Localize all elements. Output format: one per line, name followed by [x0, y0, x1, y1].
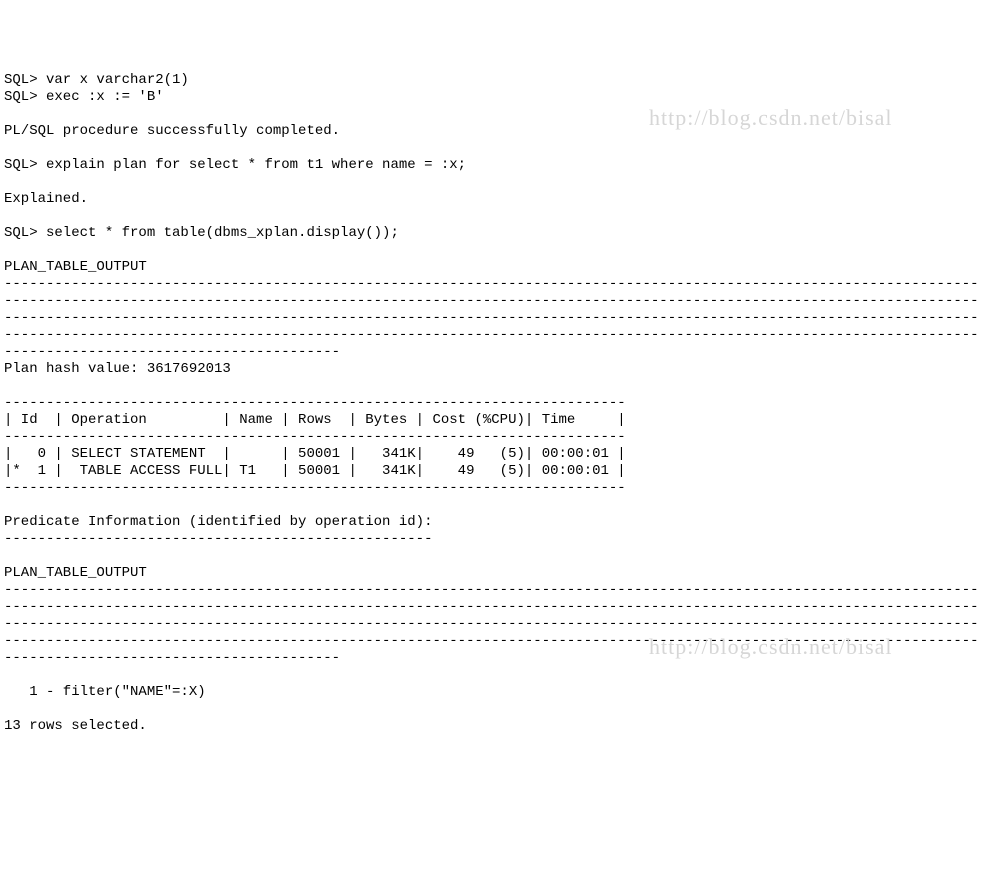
- sql-line: ----------------------------------------…: [4, 429, 626, 445]
- sql-line: SQL> select * from table(dbms_xplan.disp…: [4, 225, 399, 241]
- terminal-output: SQL> var x varchar2(1) SQL> exec :x := '…: [4, 72, 999, 735]
- sql-line: PLAN_TABLE_OUTPUT: [4, 565, 147, 581]
- sql-line: ----------------------------------------…: [4, 599, 979, 615]
- sql-line: 1 - filter("NAME"=:X): [4, 684, 206, 700]
- sql-line: ----------------------------------------…: [4, 582, 979, 598]
- sql-line: ----------------------------------------…: [4, 276, 979, 292]
- sql-line: ----------------------------------------…: [4, 480, 626, 496]
- sql-line: ----------------------------------------…: [4, 395, 626, 411]
- sql-line: Explained.: [4, 191, 88, 207]
- sql-line: Predicate Information (identified by ope…: [4, 514, 432, 530]
- sql-line: ----------------------------------------…: [4, 531, 432, 547]
- sql-line: PLAN_TABLE_OUTPUT: [4, 259, 147, 275]
- sql-line: Plan hash value: 3617692013: [4, 361, 231, 377]
- sql-line: ----------------------------------------: [4, 344, 340, 360]
- sql-line: ----------------------------------------…: [4, 293, 979, 309]
- sql-line: PL/SQL procedure successfully completed.: [4, 123, 340, 139]
- sql-line: SQL> var x varchar2(1): [4, 72, 189, 88]
- plan-row: | 0 | SELECT STATEMENT | | 50001 | 341K|…: [4, 446, 626, 462]
- sql-line: ----------------------------------------…: [4, 616, 979, 632]
- plan-header-row: | Id | Operation | Name | Rows | Bytes |…: [4, 412, 626, 428]
- sql-line: 13 rows selected.: [4, 718, 147, 734]
- plan-row: |* 1 | TABLE ACCESS FULL| T1 | 50001 | 3…: [4, 463, 626, 479]
- sql-line: ----------------------------------------…: [4, 310, 979, 326]
- sql-line: SQL> explain plan for select * from t1 w…: [4, 157, 466, 173]
- sql-line: SQL> exec :x := 'B': [4, 89, 164, 105]
- sql-line: ----------------------------------------: [4, 650, 340, 666]
- sql-line: ----------------------------------------…: [4, 633, 979, 649]
- sql-line: ----------------------------------------…: [4, 327, 979, 343]
